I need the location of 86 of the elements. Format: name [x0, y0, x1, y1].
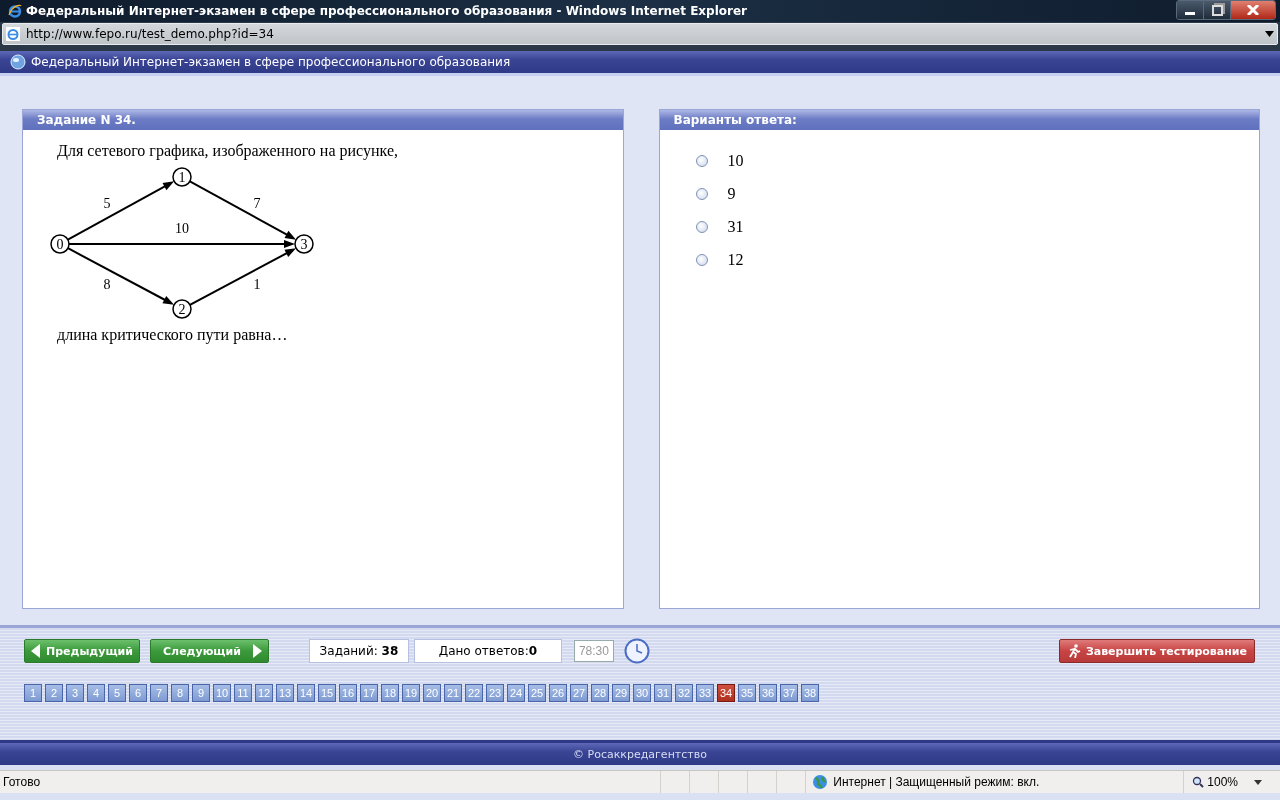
question-number-button[interactable]: 3 — [66, 684, 84, 702]
next-button[interactable]: Следующий — [150, 639, 269, 663]
zoom-icon — [1192, 776, 1205, 788]
question-number-button[interactable]: 18 — [381, 684, 399, 702]
question-number-button[interactable]: 19 — [402, 684, 420, 702]
question-number-button[interactable]: 2 — [45, 684, 63, 702]
panel-title: Задание N 34. — [23, 110, 623, 130]
question-number-button[interactable]: 16 — [339, 684, 357, 702]
globe-icon — [10, 54, 26, 70]
question-number-button[interactable]: 37 — [780, 684, 798, 702]
question-number-button[interactable]: 32 — [675, 684, 693, 702]
question-number-button[interactable]: 30 — [633, 684, 651, 702]
running-person-icon — [1066, 644, 1081, 658]
question-number-button[interactable]: 35 — [738, 684, 756, 702]
edge-weight-label: 1 — [253, 277, 261, 292]
graph-node: 0 — [50, 234, 70, 254]
question-number-button[interactable]: 1 — [24, 684, 42, 702]
question-number-button[interactable]: 22 — [465, 684, 483, 702]
dropdown-arrow-icon[interactable] — [1254, 779, 1262, 785]
radio-button[interactable] — [695, 221, 708, 233]
globe-icon — [812, 774, 829, 790]
browser-logo-icon — [8, 4, 22, 18]
question-number-button[interactable]: 6 — [129, 684, 147, 702]
edge-weight-label: 7 — [253, 195, 261, 211]
question-text: длина критического пути равна… — [57, 326, 289, 344]
panel-title: Варианты ответа: — [659, 110, 1259, 130]
question-number-button[interactable]: 12 — [255, 684, 273, 702]
graph-node: 1 — [172, 167, 192, 187]
radio-button[interactable] — [695, 155, 708, 167]
question-number-button[interactable]: 33 — [696, 684, 714, 702]
graph-node: 3 — [294, 234, 314, 254]
timer-field: 78:30 — [573, 640, 614, 662]
question-number-button[interactable]: 29 — [612, 684, 630, 702]
question-number-button[interactable]: 7 — [150, 684, 168, 702]
question-number-button[interactable]: 34 — [717, 684, 735, 702]
question-number-button[interactable]: 31 — [654, 684, 672, 702]
question-text: Для сетевого графика, изображенного на рисунке, — [57, 142, 399, 160]
edge-weight-label: 10 — [175, 221, 189, 236]
page-icon — [6, 27, 20, 41]
question-number-button[interactable]: 13 — [276, 684, 294, 702]
question-number-button[interactable]: 14 — [297, 684, 315, 702]
question-number-button[interactable]: 8 — [171, 684, 189, 702]
edge-weight-label: 8 — [103, 277, 111, 292]
clock-icon — [623, 638, 650, 664]
status-text: Готово — [2, 775, 42, 789]
question-number-button[interactable]: 20 — [423, 684, 441, 702]
question-number-button[interactable]: 21 — [444, 684, 462, 702]
url-text: http://www.fepo.ru/test_demo.php?id=34 — [26, 27, 275, 41]
question-number-button[interactable]: 9 — [192, 684, 210, 702]
question-number-button[interactable]: 26 — [549, 684, 567, 702]
question-number-button[interactable]: 15 — [318, 684, 336, 702]
question-number-button[interactable]: 11 — [234, 684, 252, 702]
question-number-button[interactable]: 38 — [801, 684, 819, 702]
question-number-button[interactable]: 5 — [108, 684, 126, 702]
close-icon — [1247, 5, 1259, 15]
question-number-button[interactable]: 10 — [213, 684, 231, 702]
security-zone-text: Интернет | Защищенный режим: вкл. — [833, 775, 1040, 789]
radio-button[interactable] — [695, 254, 708, 266]
graph-node: 2 — [172, 299, 192, 319]
question-number-button[interactable]: 4 — [87, 684, 105, 702]
question-number-button[interactable]: 28 — [591, 684, 609, 702]
previous-button[interactable]: Предыдущий — [24, 639, 140, 663]
window-title: Федеральный Интернет-экзамен в сфере профессионального образования - Windows Internet Explorer — [26, 4, 748, 18]
copyright-text: © Росаккредагентство — [573, 747, 707, 761]
answer-option-label[interactable]: 12 — [727, 251, 744, 269]
minimize-button[interactable] — [1177, 1, 1204, 19]
site-title: Федеральный Интернет-экзамен в сфере профессионального образования — [31, 55, 511, 69]
answer-option-label[interactable]: 9 — [727, 185, 736, 203]
question-number-button[interactable]: 23 — [486, 684, 504, 702]
question-number-button[interactable]: 25 — [528, 684, 546, 702]
zoom-button[interactable]: 100% — [1183, 771, 1246, 793]
address-bar[interactable]: http://www.fepo.ru/test_demo.php?id=34 — [2, 23, 1278, 45]
question-number-button[interactable]: 24 — [507, 684, 525, 702]
question-number-button[interactable]: 36 — [759, 684, 777, 702]
finish-test-button[interactable]: Завершить тестирование — [1058, 639, 1255, 663]
answer-option-label[interactable]: 31 — [727, 218, 744, 236]
answer-option-label[interactable]: 10 — [727, 152, 744, 170]
question-number-button[interactable]: 27 — [570, 684, 588, 702]
dropdown-arrow-icon[interactable] — [1265, 31, 1274, 37]
restore-button[interactable] — [1204, 1, 1231, 19]
close-button[interactable] — [1231, 1, 1275, 19]
tasks-count: Заданий: 38 — [308, 639, 409, 663]
question-number-button[interactable]: 17 — [360, 684, 378, 702]
answers-count: Дано ответов:0 — [413, 639, 562, 663]
radio-button[interactable] — [695, 188, 708, 200]
edge-weight-label: 5 — [103, 195, 111, 211]
